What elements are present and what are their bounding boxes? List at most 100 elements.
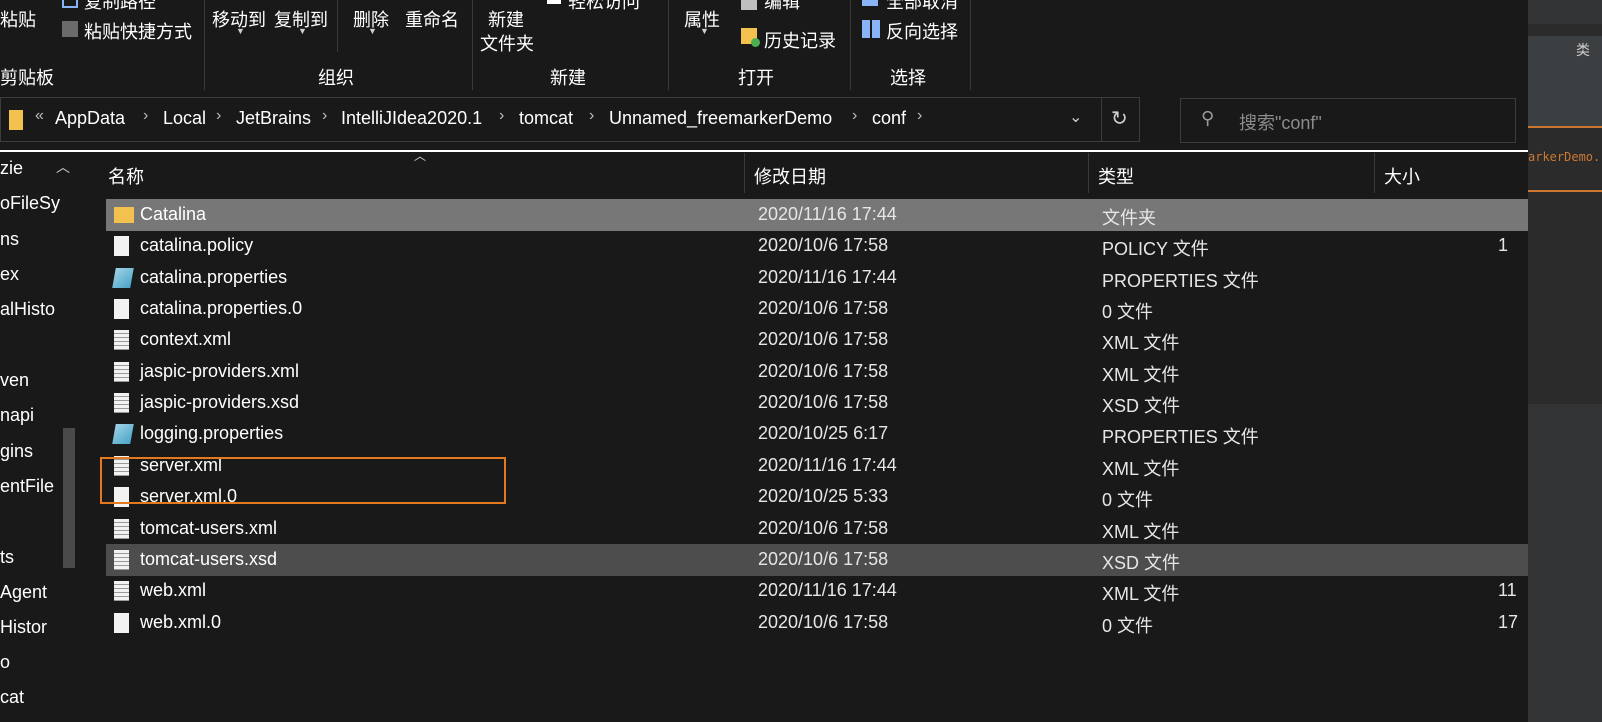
file-date: 2020/10/6 17:58 <box>758 329 889 350</box>
breadcrumb-separator-icon[interactable]: › <box>589 107 594 125</box>
edit-icon <box>741 0 757 10</box>
file-row[interactable]: tomcat-users.xml 2020/10/6 17:58 XML 文件 <box>106 513 1528 545</box>
breadcrumb-appdata[interactable]: AppData <box>55 108 125 129</box>
nav-scroll-up-icon[interactable]: ︿ <box>56 157 70 177</box>
nav-item[interactable]: ven <box>0 370 29 391</box>
group-divider <box>204 0 205 90</box>
copy-path-button[interactable]: 复制路径 <box>84 0 156 14</box>
nav-item[interactable]: ex <box>0 264 19 285</box>
file-date: 2020/10/6 17:58 <box>758 611 889 632</box>
new-folder-button[interactable]: 新建 <box>488 6 524 32</box>
file-row[interactable]: context.xml 2020/10/6 17:58 XML 文件 <box>106 324 1528 356</box>
group-label-new: 新建 <box>550 68 586 88</box>
breadcrumb-jetbrains[interactable]: JetBrains <box>236 108 311 129</box>
ribbon: 粘贴 复制路径 粘贴快捷方式 剪贴板 移动到 ▼ 复制到 ▼ 删除 ▼ 重命名 … <box>0 0 1528 92</box>
nav-item[interactable]: Agent <box>0 582 47 603</box>
file-row[interactable]: web.xml 2020/11/16 17:44 XML 文件 11 <box>106 575 1528 607</box>
new-folder-label[interactable]: 文件夹 <box>480 30 534 56</box>
breadcrumb-separator-icon[interactable]: › <box>216 107 221 125</box>
file-name: web.xml.0 <box>140 611 222 632</box>
address-bar[interactable]: « AppData › Local › JetBrains › IntelliJ… <box>0 97 1140 142</box>
nav-item[interactable]: ns <box>0 229 19 250</box>
nav-item[interactable]: cat <box>0 687 24 708</box>
file-type: XML 文件 <box>1102 458 1180 479</box>
refresh-icon[interactable]: ↻ <box>1111 106 1128 131</box>
nav-item[interactable]: Histor <box>0 617 47 638</box>
file-row[interactable]: catalina.policy 2020/10/6 17:58 POLICY 文件 1 <box>106 230 1528 262</box>
invert-selection-button[interactable]: 反向选择 <box>886 18 958 44</box>
file-type: PROPERTIES 文件 <box>1102 270 1259 291</box>
rename-button[interactable]: 重命名 <box>405 6 459 32</box>
file-type: XSD 文件 <box>1102 552 1181 573</box>
breadcrumb-separator-icon[interactable]: › <box>852 107 857 125</box>
file-name: tomcat-users.xml <box>140 517 278 538</box>
nav-item[interactable]: oFileSy <box>0 193 60 214</box>
copy-path-icon <box>62 0 78 8</box>
column-header-type[interactable]: 类型 <box>1098 163 1134 189</box>
file-row[interactable]: Catalina 2020/11/16 17:44 文件夹 <box>106 199 1528 231</box>
file-date: 2020/11/16 17:44 <box>758 580 897 601</box>
search-input[interactable]: 搜索"conf" <box>1239 109 1322 135</box>
nav-item[interactable]: zie <box>0 158 23 179</box>
file-type: PROPERTIES 文件 <box>1102 427 1259 448</box>
breadcrumb-separator-icon[interactable]: › <box>322 107 327 125</box>
easy-access-button[interactable]: 轻松访问 <box>568 0 640 14</box>
file-name: context.xml <box>140 329 232 350</box>
file-type: XML 文件 <box>1102 364 1180 385</box>
nav-item[interactable]: alHisto <box>0 299 55 320</box>
nav-item[interactable]: napi <box>0 405 34 426</box>
properties-chevron-icon: ▼ <box>700 26 709 36</box>
file-size: 1 <box>1498 235 1509 256</box>
breadcrumb-overflow-button[interactable]: « <box>35 107 44 125</box>
text-file-icon <box>114 581 129 602</box>
column-header-size[interactable]: 大小 <box>1384 163 1420 189</box>
paste-shortcut-button[interactable]: 粘贴快捷方式 <box>84 18 192 44</box>
file-date: 2020/11/16 17:44 <box>758 266 897 287</box>
column-divider[interactable] <box>744 153 745 193</box>
file-size: 17 <box>1498 611 1519 632</box>
breadcrumb-intellij[interactable]: IntelliJIdea2020.1 <box>341 108 482 129</box>
file-row[interactable]: catalina.properties 2020/11/16 17:44 PROPE… <box>106 262 1528 294</box>
breadcrumb-separator-icon[interactable]: › <box>499 107 504 125</box>
ide-background-window: 类 arkerDemo. <box>1528 0 1602 722</box>
search-box[interactable]: ⚲ 搜索"conf" <box>1180 98 1516 143</box>
column-header-date[interactable]: 修改日期 <box>754 163 826 189</box>
file-date: 2020/11/16 17:44 <box>758 454 897 475</box>
file-date: 2020/10/25 6:17 <box>758 423 889 444</box>
file-row[interactable]: tomcat-users.xsd 2020/10/6 17:58 XSD 文件 <box>106 543 1528 576</box>
nav-item[interactable]: o <box>0 652 10 673</box>
file-type: 文件夹 <box>1102 208 1156 228</box>
history-button[interactable]: 历史记录 <box>764 27 836 53</box>
breadcrumb-local[interactable]: Local <box>163 108 206 129</box>
nav-item[interactable]: gins <box>0 441 33 462</box>
copy-to-chevron-icon: ▼ <box>298 26 307 36</box>
file-row[interactable]: jaspic-providers.xsd 2020/10/6 17:58 XSD 文… <box>106 387 1528 419</box>
ide-toolbar <box>1528 0 1602 24</box>
address-history-dropdown-icon[interactable]: ⌄ <box>1069 107 1082 127</box>
file-name: Catalina <box>140 204 207 224</box>
sort-ascending-icon: ︿ <box>414 149 427 163</box>
ide-lower-panel <box>1528 404 1602 722</box>
file-row[interactable]: logging.properties 2020/10/25 6:17 PROPERT… <box>106 418 1528 450</box>
breadcrumb-project[interactable]: Unnamed_freemarkerDemo <box>609 108 832 129</box>
column-header-name[interactable]: 名称 <box>108 163 144 189</box>
breadcrumb-separator-icon[interactable]: › <box>917 107 922 125</box>
column-divider[interactable] <box>1088 153 1089 193</box>
edit-button[interactable]: 编辑 <box>764 0 800 14</box>
search-icon: ⚲ <box>1201 108 1215 128</box>
ide-panel <box>1528 60 1602 126</box>
nav-scrollbar-thumb[interactable] <box>63 428 75 568</box>
file-row[interactable]: catalina.properties.0 2020/10/6 17:58 0 文件 <box>106 293 1528 325</box>
paste-button[interactable]: 粘贴 <box>0 6 36 32</box>
column-divider[interactable] <box>1374 153 1375 193</box>
file-row[interactable]: jaspic-providers.xml 2020/10/6 17:58 XML 文… <box>106 356 1528 388</box>
select-none-button[interactable]: 全部取消 <box>886 0 958 14</box>
group-divider <box>850 0 851 90</box>
nav-item[interactable]: ts <box>0 547 14 568</box>
nav-item[interactable]: entFile <box>0 476 54 497</box>
file-row[interactable]: web.xml.0 2020/10/6 17:58 0 文件 17 <box>106 607 1528 639</box>
ide-tab-label: 类 <box>1576 42 1590 58</box>
breadcrumb-conf[interactable]: conf <box>872 108 906 129</box>
breadcrumb-tomcat[interactable]: tomcat <box>519 108 573 129</box>
breadcrumb-separator-icon[interactable]: › <box>143 107 148 125</box>
